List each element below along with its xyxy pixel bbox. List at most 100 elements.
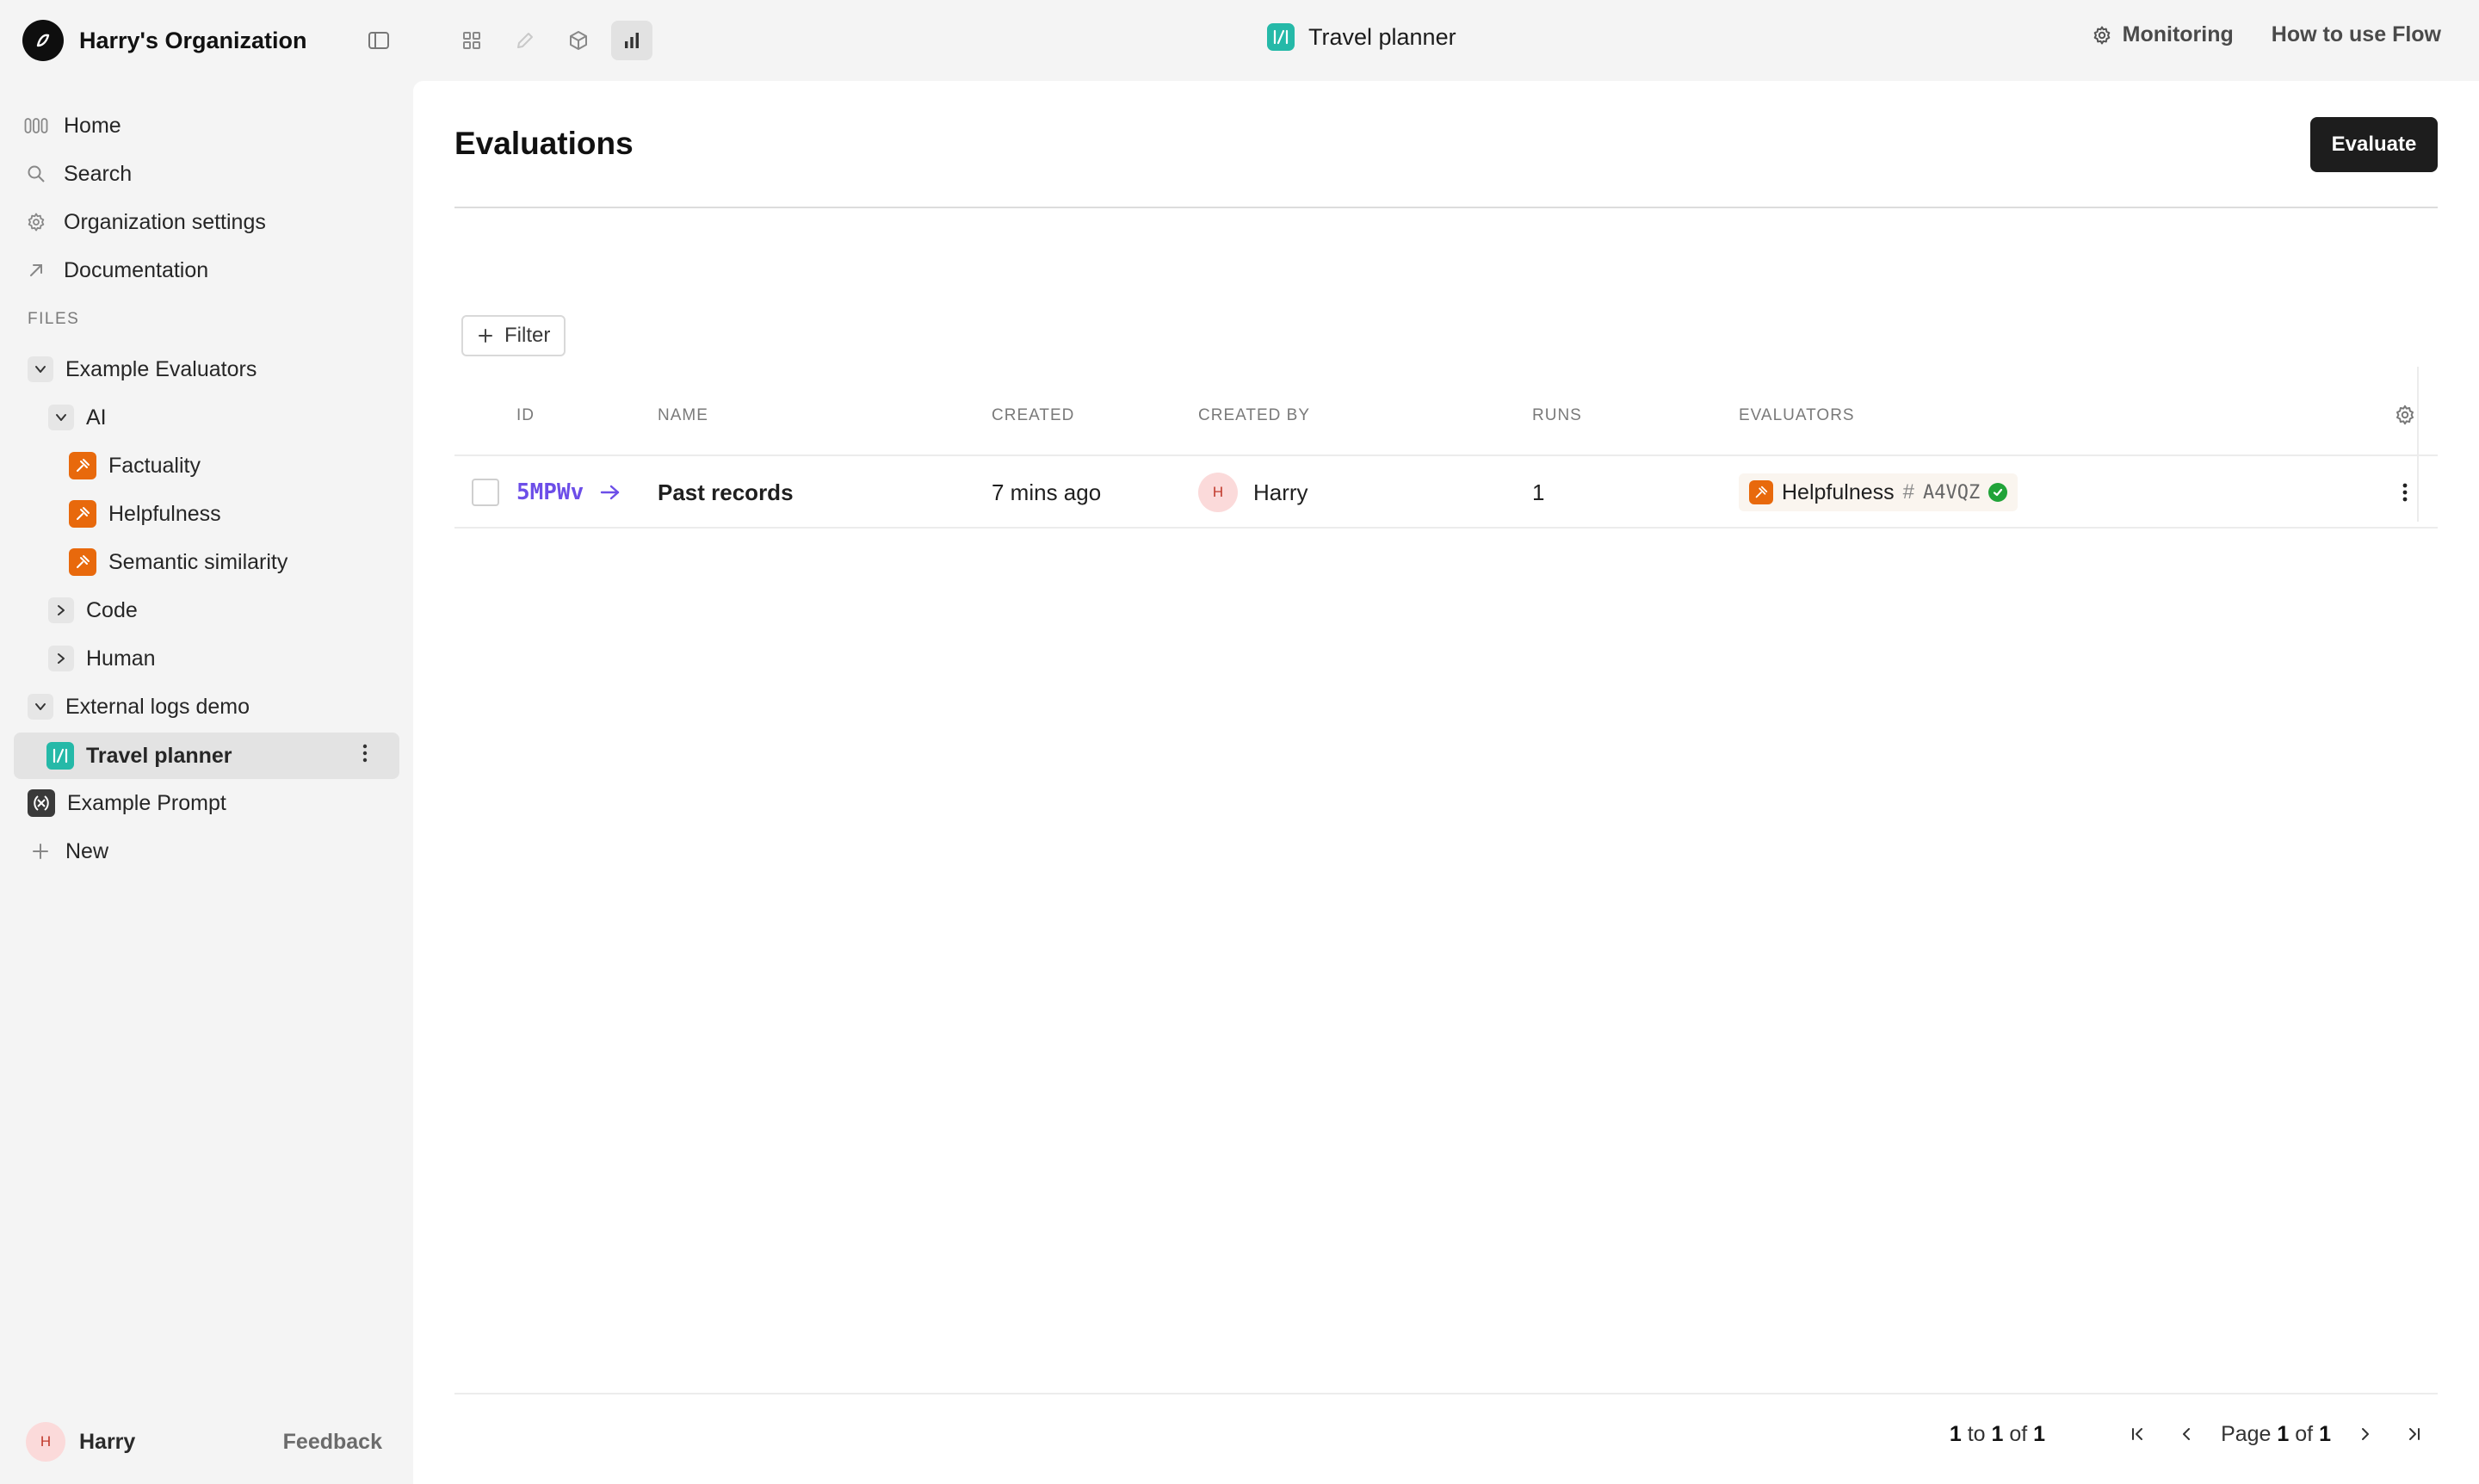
column-header-created-by[interactable]: CREATED BY: [1198, 406, 1310, 425]
evaluator-version: A4VQZ: [1923, 481, 1981, 504]
feedback-button[interactable]: Feedback: [283, 1430, 382, 1455]
file-title-text: Travel planner: [1308, 23, 1456, 50]
divider: [454, 207, 2438, 208]
home-icon: [22, 112, 50, 139]
external-arrow-icon: [22, 257, 50, 284]
success-check-icon: [1988, 483, 2008, 502]
runs-count: 1: [1532, 479, 1545, 505]
tree-item-label: Example Prompt: [67, 790, 226, 815]
created-by-name: Harry: [1253, 479, 1308, 505]
avatar: H: [1198, 473, 1238, 512]
column-header-created[interactable]: CREATED: [992, 406, 1074, 425]
table-header: ID NAME CREATED CREATED BY RUNS EVALUATO…: [454, 374, 2438, 456]
editor-view-tab[interactable]: [504, 21, 546, 60]
top-bar: Harry's Organization Travel planner Moni…: [0, 0, 2479, 81]
new-file-button[interactable]: New: [28, 831, 108, 872]
tree-folder-example-evaluators[interactable]: Example Evaluators: [28, 349, 257, 390]
sidebar-item-search[interactable]: Search: [22, 153, 132, 195]
org-name: Harry's Organization: [79, 27, 307, 53]
flow-icon: [1267, 23, 1295, 51]
table-row[interactable]: 5MPWv Past records 7 mins ago H Harry 1 …: [454, 456, 2438, 529]
column-settings-gear-icon[interactable]: [2391, 401, 2419, 429]
avatar[interactable]: H: [26, 1422, 65, 1462]
created-time: 7 mins ago: [992, 479, 1102, 505]
page-title: Evaluations: [454, 126, 634, 161]
evaluations-view-tab[interactable]: [611, 21, 652, 60]
evaluation-name: Past records: [658, 479, 794, 505]
evaluate-button[interactable]: Evaluate: [2310, 117, 2438, 172]
tree-file-helpfulness[interactable]: Helpfulness: [69, 493, 221, 535]
monitoring-link[interactable]: Monitoring: [2092, 22, 2234, 47]
sidebar-item-label: Organization settings: [64, 209, 266, 234]
next-page-icon[interactable]: [2348, 1417, 2383, 1451]
plus-icon: [479, 329, 492, 343]
column-header-runs[interactable]: RUNS: [1532, 406, 1582, 425]
last-page-icon[interactable]: [2396, 1417, 2431, 1451]
tree-item-label: External logs demo: [65, 694, 250, 719]
evaluation-id-link[interactable]: 5MPWv: [516, 479, 584, 505]
files-section-label: FILES: [28, 310, 80, 328]
evaluations-table: ID NAME CREATED CREATED BY RUNS EVALUATO…: [454, 367, 2438, 529]
current-file-title: Travel planner: [1267, 23, 1456, 51]
chevron-right-icon[interactable]: [48, 597, 74, 623]
chevron-down-icon[interactable]: [48, 405, 74, 430]
filter-button[interactable]: Filter: [461, 315, 566, 356]
evaluator-gavel-icon: [1749, 480, 1773, 504]
previous-page-icon[interactable]: [2169, 1417, 2204, 1451]
bar-chart-icon: [625, 33, 639, 48]
evaluator-gavel-icon: [69, 548, 96, 576]
chevron-down-icon[interactable]: [28, 694, 53, 720]
column-separator: [2417, 367, 2419, 522]
tree-item-label: Human: [86, 646, 156, 671]
column-header-name[interactable]: NAME: [658, 406, 708, 425]
column-header-evaluators[interactable]: EVALUATORS: [1739, 406, 1855, 425]
sidebar-item-home[interactable]: Home: [22, 105, 121, 146]
tree-item-label: Factuality: [108, 453, 201, 478]
cube-icon: [570, 31, 587, 50]
pagination: 1 to 1 of 1 Page 1 of 1: [1950, 1413, 2438, 1455]
plus-icon: [28, 838, 53, 864]
monitoring-label: Monitoring: [2122, 22, 2234, 46]
flow-icon: [46, 742, 74, 770]
view-tabs: [451, 21, 652, 60]
tree-folder-human[interactable]: Human: [48, 638, 156, 679]
tree-folder-ai[interactable]: AI: [48, 397, 107, 438]
logs-view-tab[interactable]: [558, 21, 599, 60]
chevron-down-icon[interactable]: [28, 356, 53, 382]
how-to-use-flow-link[interactable]: How to use Flow: [2272, 22, 2441, 47]
tree-file-travel-planner[interactable]: Travel planner: [14, 733, 399, 779]
pagination-range: 1 to 1 of 1: [1949, 1421, 2046, 1446]
org-logo-icon: [22, 20, 64, 61]
tree-item-label: Semantic similarity: [108, 549, 288, 574]
evaluator-chip[interactable]: Helpfulness # A4VQZ: [1739, 473, 2018, 511]
org-switcher[interactable]: Harry's Organization: [22, 20, 307, 61]
tree-file-semantic-similarity[interactable]: Semantic similarity: [69, 541, 287, 583]
sidebar-toggle-icon[interactable]: [365, 27, 393, 54]
sidebar-item-label: Search: [64, 161, 133, 186]
first-page-icon[interactable]: [2121, 1417, 2155, 1451]
column-header-id[interactable]: ID: [516, 406, 535, 425]
more-options-icon[interactable]: [353, 741, 377, 765]
how-to-label: How to use Flow: [2271, 22, 2441, 46]
dashboard-view-tab[interactable]: [451, 21, 492, 60]
arrow-right-icon: [601, 485, 620, 500]
tree-item-label: Travel planner: [86, 743, 232, 768]
tree-folder-code[interactable]: Code: [48, 590, 138, 631]
tree-folder-external-logs-demo[interactable]: External logs demo: [28, 686, 250, 727]
divider: [454, 1393, 2438, 1394]
prompt-icon: [28, 789, 55, 817]
version-hash-symbol: #: [1902, 480, 1914, 504]
tree-file-factuality[interactable]: Factuality: [69, 445, 201, 486]
sidebar-item-organization-settings[interactable]: Organization settings: [22, 201, 266, 243]
evaluator-gavel-icon: [69, 452, 96, 479]
chevron-right-icon[interactable]: [48, 646, 74, 671]
tree-file-example-prompt[interactable]: Example Prompt: [28, 782, 226, 824]
sidebar: Home Search Organization settings Docume…: [0, 81, 413, 1484]
sidebar-item-label: Documentation: [64, 257, 209, 282]
row-more-options-icon[interactable]: [2391, 456, 2419, 529]
sidebar-item-documentation[interactable]: Documentation: [22, 250, 208, 291]
sidebar-footer: H Harry Feedback: [26, 1420, 382, 1463]
row-checkbox[interactable]: [472, 479, 499, 506]
main-panel: Evaluations Evaluate Filter ID NAME CREA…: [413, 81, 2479, 1484]
current-user-name[interactable]: Harry: [79, 1430, 135, 1455]
